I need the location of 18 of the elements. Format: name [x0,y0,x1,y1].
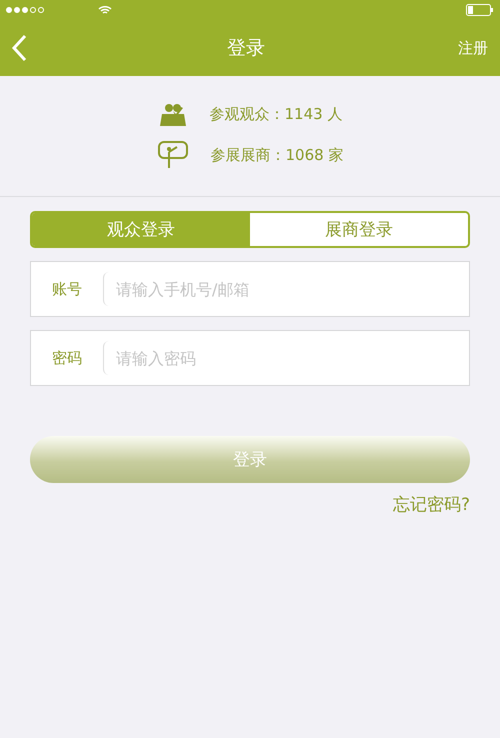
stat-text: 参观观众：1143 人 [210,104,342,124]
input-field[interactable]: 账号 请输入手机号/邮箱 [30,261,470,317]
presenter-board-icon [156,140,189,170]
forgot-password-link[interactable]: 忘记密码? [392,493,470,516]
text-input[interactable]: 请输入手机号/邮箱 [103,272,469,306]
input-field[interactable]: 密码 请输入密码 [30,330,470,386]
tab[interactable]: 观众登录 [32,213,250,246]
page-title: 登录 [227,36,265,61]
text-input[interactable]: 请输入密码 [103,341,469,375]
field-label: 密码 [51,348,83,368]
wifi-icon [98,5,112,15]
stat-text: 参展展商：1068 家 [210,146,344,164]
register-button[interactable]: 注册 [458,38,488,58]
battery-icon [466,4,494,16]
audience-icon [158,102,188,126]
signal-icon [6,7,44,13]
tab[interactable]: 展商登录 [250,213,468,246]
field-label: 账号 [51,280,83,298]
